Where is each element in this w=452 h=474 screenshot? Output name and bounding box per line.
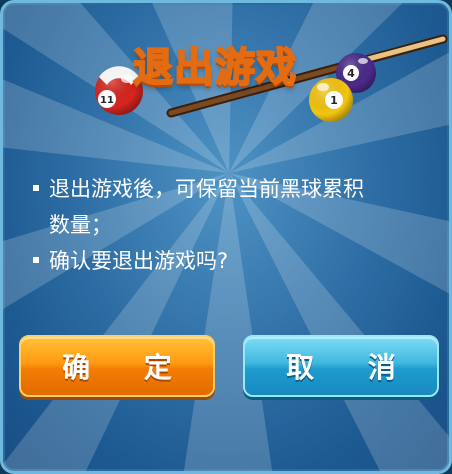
billiard-ball-1-icon: 1 — [309, 78, 353, 122]
svg-text:1: 1 — [330, 94, 338, 107]
message-text: 数量； — [49, 213, 112, 237]
bullet-icon — [33, 185, 39, 191]
message-text: 退出游戏後，可保留当前黑球累积 — [49, 177, 364, 201]
dialog-header: 11 4 1 退出游戏 — [3, 3, 449, 133]
message-line: 确认要退出游戏吗? — [33, 243, 433, 279]
svg-text:4: 4 — [347, 67, 355, 80]
message-line: 退出游戏後，可保留当前黑球累积 数量； — [33, 171, 433, 243]
svg-text:11: 11 — [100, 95, 114, 106]
message-text: 确认要退出游戏吗? — [49, 249, 229, 273]
exit-game-dialog: 11 4 1 退出游戏 退出游戏後，可保留当前黑球累积 数量； 确认要退出游戏吗… — [0, 0, 452, 474]
dialog-title: 退出游戏 — [132, 44, 297, 92]
confirm-button[interactable]: 确 定 — [19, 335, 215, 397]
cancel-button[interactable]: 取 消 — [243, 335, 439, 397]
bullet-icon — [33, 257, 39, 263]
dialog-message: 退出游戏後，可保留当前黑球累积 数量； 确认要退出游戏吗? — [33, 171, 433, 279]
